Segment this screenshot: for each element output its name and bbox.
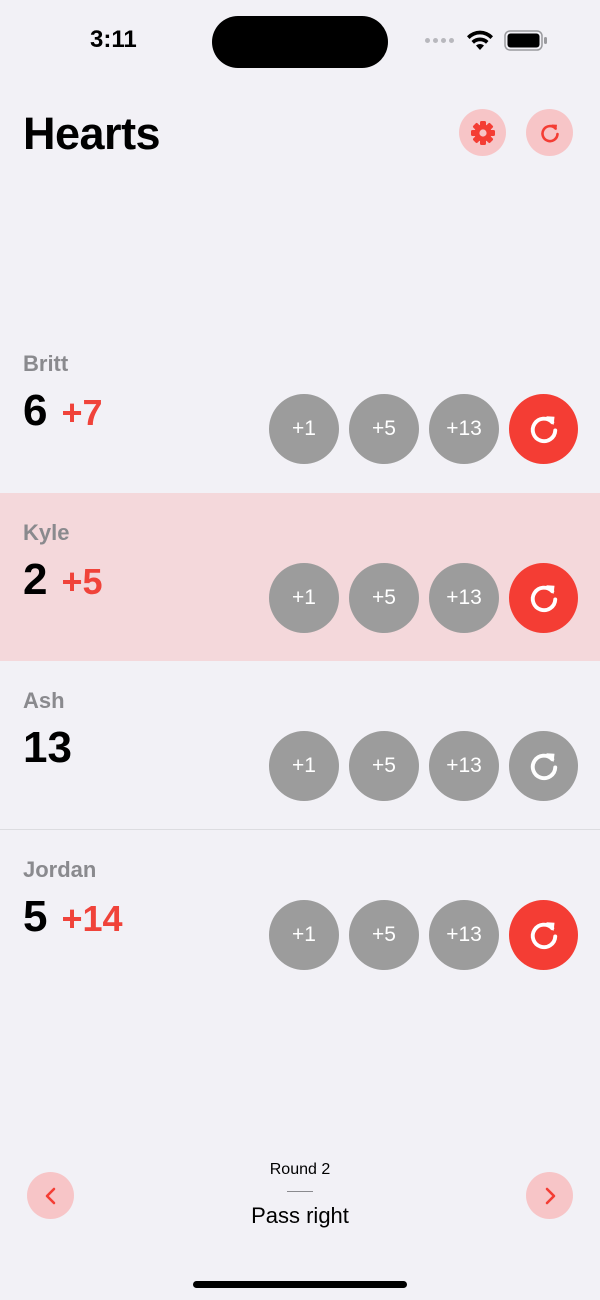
- chevron-right-icon: [545, 1187, 555, 1204]
- rotate-clockwise-icon: [540, 124, 559, 142]
- add-5-button[interactable]: +5: [349, 563, 419, 633]
- player-score: 2: [23, 555, 48, 604]
- cellular-dots-icon: [425, 38, 454, 43]
- pass-direction-label: Pass right: [251, 1203, 349, 1228]
- undo-button[interactable]: [509, 731, 578, 801]
- player-score: 6: [23, 386, 48, 435]
- rotate-clockwise-icon: [530, 753, 557, 781]
- add-13-button[interactable]: +13: [429, 563, 499, 633]
- wifi-icon: [467, 30, 493, 50]
- add-1-button[interactable]: +1: [269, 900, 339, 970]
- score-line: 13: [23, 723, 86, 773]
- add-1-button[interactable]: +1: [269, 394, 339, 464]
- rotate-clockwise-icon: [530, 922, 557, 950]
- score-line: 6 +7: [23, 386, 103, 436]
- add-13-button[interactable]: +13: [429, 731, 499, 801]
- round-divider: [287, 1191, 313, 1192]
- player-score: 13: [23, 723, 72, 772]
- add-5-button[interactable]: +5: [349, 394, 419, 464]
- add-13-button[interactable]: +13: [429, 394, 499, 464]
- player-name: Kyle: [23, 520, 70, 545]
- player-row: Kyle 2 +5 +1 +5 +13: [0, 493, 600, 661]
- pending-points: +5: [61, 561, 103, 602]
- add-13-button[interactable]: +13: [429, 900, 499, 970]
- status-bar: 3:11: [0, 0, 600, 80]
- point-buttons: +1 +5 +13: [269, 394, 578, 464]
- point-buttons: +1 +5 +13: [269, 563, 578, 633]
- rotate-clockwise-icon: [530, 585, 557, 613]
- page-title: Hearts: [23, 108, 161, 159]
- rotate-clockwise-icon: [530, 416, 557, 444]
- player-name: Ash: [23, 688, 65, 713]
- undo-button[interactable]: [509, 900, 578, 970]
- home-indicator: [193, 1281, 407, 1288]
- player-name: Jordan: [23, 857, 97, 882]
- settings-button[interactable]: [459, 109, 506, 156]
- undo-button[interactable]: [509, 394, 578, 464]
- score-line: 5 +14: [23, 892, 123, 942]
- add-1-button[interactable]: +1: [269, 563, 339, 633]
- player-row: Ash 13 +1 +5 +13: [0, 661, 600, 829]
- player-name: Britt: [23, 351, 69, 376]
- status-time: 3:11: [90, 26, 137, 53]
- undo-button[interactable]: [509, 563, 578, 633]
- player-row: Britt 6 +7 +1 +5 +13: [0, 324, 600, 492]
- gear-icon: [470, 120, 495, 145]
- add-5-button[interactable]: +5: [349, 900, 419, 970]
- player-row: Jordan 5 +14 +1 +5 +13: [0, 830, 600, 998]
- reset-all-button[interactable]: [526, 109, 573, 156]
- round-label: Round 2: [269, 1161, 331, 1178]
- next-round-button[interactable]: [526, 1172, 573, 1219]
- dynamic-island: [212, 16, 388, 68]
- point-buttons: +1 +5 +13: [269, 900, 578, 970]
- add-1-button[interactable]: +1: [269, 731, 339, 801]
- battery-icon: [504, 30, 547, 51]
- pending-points: +14: [61, 898, 123, 939]
- pending-points: +7: [61, 392, 103, 433]
- point-buttons: +1 +5 +13: [269, 731, 578, 801]
- add-5-button[interactable]: +5: [349, 731, 419, 801]
- score-line: 2 +5: [23, 555, 103, 605]
- player-score: 5: [23, 892, 48, 941]
